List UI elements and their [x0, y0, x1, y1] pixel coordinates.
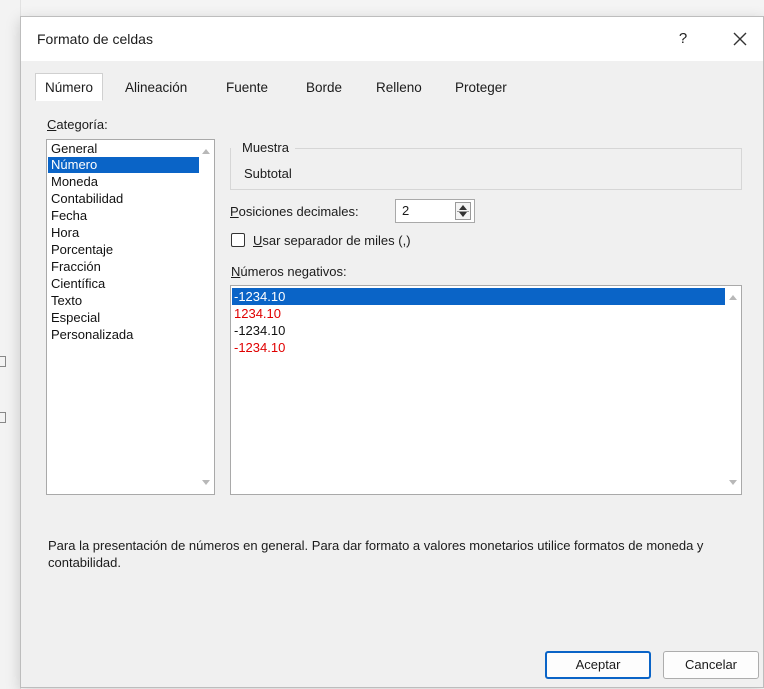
- help-button[interactable]: ?: [671, 27, 695, 51]
- negative-format-option[interactable]: -1234.10: [232, 322, 725, 339]
- spin-down-icon[interactable]: [459, 212, 467, 217]
- spin-up-icon[interactable]: [459, 205, 467, 210]
- decimal-places-label: Posiciones decimales:: [230, 204, 359, 219]
- category-item-personalizada[interactable]: Personalizada: [48, 327, 199, 343]
- category-description: Para la presentación de números en gener…: [48, 538, 704, 570]
- category-item-hora[interactable]: Hora: [48, 225, 199, 241]
- tab-relleno[interactable]: Relleno: [367, 76, 431, 100]
- scroll-down-icon[interactable]: [729, 480, 737, 485]
- category-item-fecha[interactable]: Fecha: [48, 208, 199, 224]
- dialog-title: Formato de celdas: [37, 31, 153, 47]
- tab-numero[interactable]: Número: [35, 73, 104, 101]
- scroll-up-icon[interactable]: [202, 149, 210, 154]
- sample-label: Muestra: [242, 140, 289, 155]
- negative-format-option[interactable]: 1234.10: [232, 305, 725, 322]
- cancel-button[interactable]: Cancelar: [663, 651, 759, 679]
- negative-numbers-label: Números negativos:: [231, 264, 347, 279]
- sample-group: [230, 148, 742, 190]
- category-item-cientifica[interactable]: Científica: [48, 276, 199, 292]
- decimal-places-value[interactable]: 2: [402, 203, 409, 218]
- sample-value: Subtotal: [244, 166, 292, 181]
- scroll-down-icon[interactable]: [202, 480, 210, 485]
- tab-strip: Número Alineación Fuente Borde Relleno P…: [35, 73, 749, 102]
- spreadsheet-row-marker: [0, 356, 6, 367]
- category-item-moneda[interactable]: Moneda: [48, 174, 199, 190]
- negative-numbers-list[interactable]: -1234.10 1234.10 -1234.10 -1234.10: [230, 285, 742, 495]
- thousands-separator-label[interactable]: Usar separador de miles (,): [253, 233, 411, 248]
- scroll-up-icon[interactable]: [729, 295, 737, 300]
- negative-format-option[interactable]: -1234.10: [232, 339, 725, 356]
- spreadsheet-left-edge: [0, 0, 21, 689]
- format-cells-dialog: Formato de celdas ? Número Alineación Fu…: [20, 16, 764, 688]
- spreadsheet-top-edge: [0, 0, 764, 17]
- category-item-texto[interactable]: Texto: [48, 293, 199, 309]
- thousands-separator-checkbox[interactable]: [231, 233, 245, 247]
- ok-button[interactable]: Aceptar: [545, 651, 651, 679]
- close-icon: [733, 32, 747, 46]
- tab-proteger[interactable]: Proteger: [446, 76, 516, 100]
- number-tab-panel: Categoría: General Número Moneda Contabi…: [35, 101, 753, 621]
- category-list[interactable]: General Número Moneda Contabilidad Fecha…: [46, 139, 215, 495]
- negative-format-option[interactable]: -1234.10: [232, 288, 725, 305]
- category-scrollbar[interactable]: [197, 140, 214, 494]
- category-item-contabilidad[interactable]: Contabilidad: [48, 191, 199, 207]
- tab-alineacion[interactable]: Alineación: [116, 76, 196, 100]
- category-label: Categoría:: [47, 117, 108, 132]
- category-item-porcentaje[interactable]: Porcentaje: [48, 242, 199, 258]
- category-item-fraccion[interactable]: Fracción: [48, 259, 199, 275]
- title-bar: Formato de celdas ?: [21, 17, 763, 61]
- category-item-general[interactable]: General: [48, 141, 199, 157]
- category-item-especial[interactable]: Especial: [48, 310, 199, 326]
- spinner-buttons[interactable]: [455, 202, 471, 220]
- close-button[interactable]: [726, 25, 754, 53]
- tab-fuente[interactable]: Fuente: [217, 76, 277, 100]
- category-item-numero[interactable]: Número: [48, 157, 199, 173]
- spreadsheet-row-marker: [0, 412, 6, 423]
- decimal-places-spinner[interactable]: 2: [395, 199, 475, 223]
- negatives-scrollbar[interactable]: [724, 286, 741, 494]
- tab-borde[interactable]: Borde: [297, 76, 351, 100]
